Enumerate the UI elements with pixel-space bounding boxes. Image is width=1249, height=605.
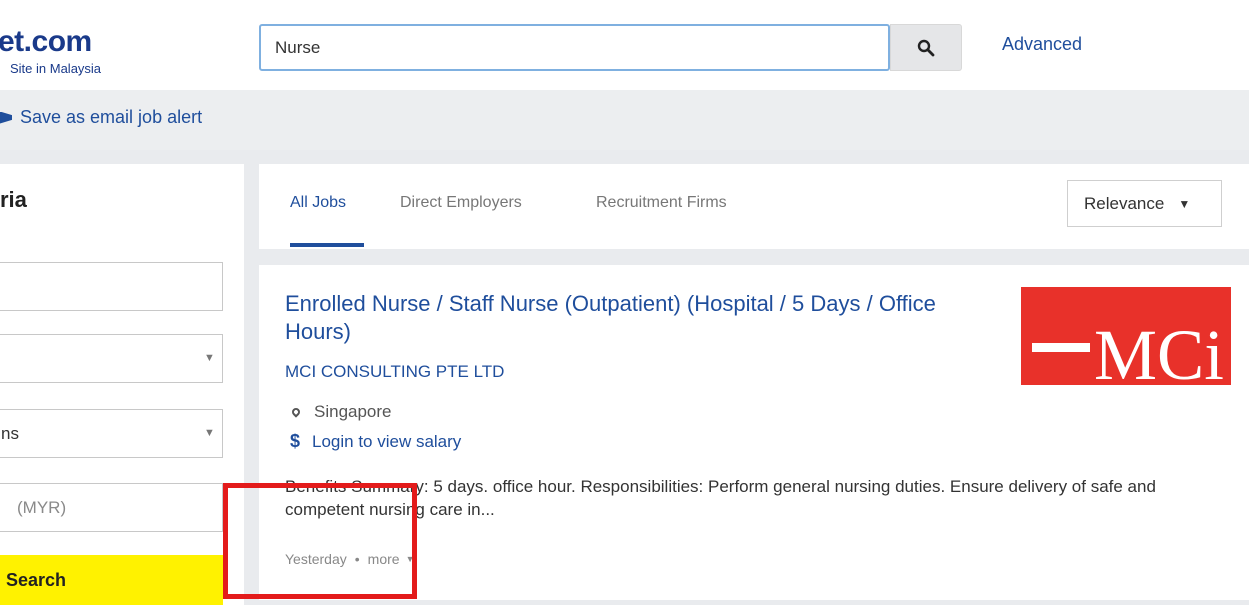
location-select[interactable]: ▼ bbox=[0, 334, 223, 383]
chevron-down-icon: ▼ bbox=[204, 427, 215, 439]
refine-criteria-panel bbox=[0, 164, 244, 605]
bell-icon bbox=[0, 111, 12, 124]
annotation-highlight-box bbox=[223, 483, 417, 599]
job-title-link[interactable]: Enrolled Nurse / Staff Nurse (Outpatient… bbox=[285, 290, 1005, 346]
advanced-search-link[interactable]: Advanced bbox=[1002, 34, 1082, 55]
salary-login-text: Login to view salary bbox=[312, 431, 462, 451]
specialization-select[interactable]: ns ▼ bbox=[0, 409, 223, 458]
site-tagline: Site in Malaysia bbox=[10, 61, 102, 76]
search-input[interactable] bbox=[259, 24, 890, 71]
logo-text: MCi bbox=[1094, 315, 1224, 385]
specialization-select-value: ns bbox=[1, 424, 19, 443]
company-link[interactable]: MCI CONSULTING PTE LTD bbox=[285, 362, 504, 382]
map-pin-icon bbox=[290, 406, 302, 418]
tab-recruitment-firms[interactable]: Recruitment Firms bbox=[596, 194, 727, 212]
sort-select[interactable]: Relevance ▼ bbox=[1067, 180, 1222, 227]
salary-field-placeholder: (MYR) bbox=[17, 498, 67, 517]
job-location: Singapore bbox=[290, 402, 392, 422]
keyword-field[interactable] bbox=[0, 262, 223, 311]
tab-all-jobs[interactable]: All Jobs bbox=[290, 194, 346, 212]
search-submit-button[interactable]: Search bbox=[0, 555, 223, 605]
dollar-icon: $ bbox=[290, 431, 301, 451]
tab-direct-employers[interactable]: Direct Employers bbox=[400, 194, 522, 212]
save-job-alert-link[interactable]: Save as email job alert bbox=[0, 107, 202, 128]
job-description: Benefits Summary: 5 days. office hour. R… bbox=[285, 477, 1156, 519]
save-job-alert-label: Save as email job alert bbox=[20, 107, 203, 127]
chevron-down-icon: ▼ bbox=[204, 352, 215, 364]
chevron-down-icon: ▼ bbox=[1178, 196, 1191, 211]
company-logo[interactable]: MCi bbox=[1021, 287, 1231, 395]
search-button[interactable] bbox=[890, 24, 962, 71]
salary-login-link[interactable]: $ Login to view salary bbox=[290, 431, 461, 452]
active-tab-indicator bbox=[290, 243, 364, 247]
sort-select-value: Relevance bbox=[1084, 193, 1165, 213]
salary-field[interactable]: (MYR) bbox=[0, 483, 223, 532]
job-location-text: Singapore bbox=[314, 402, 392, 421]
panel-title: ria bbox=[0, 187, 27, 212]
search-icon bbox=[917, 39, 935, 56]
site-logo[interactable]: et.com bbox=[0, 27, 92, 57]
search-submit-label: Search bbox=[6, 569, 67, 590]
mci-logo-graphic: MCi bbox=[1032, 315, 1224, 395]
